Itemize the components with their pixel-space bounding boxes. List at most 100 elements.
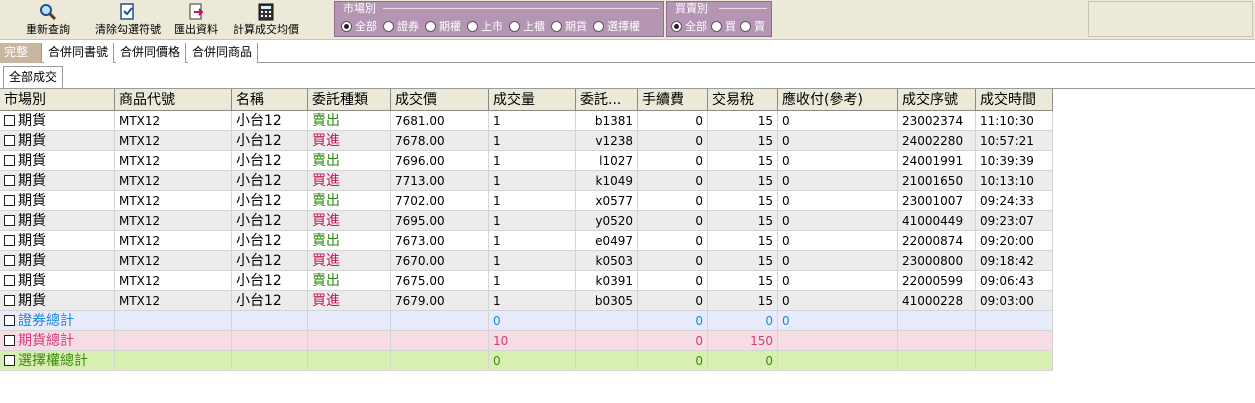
grid-header: 市場別 商品代號 名稱 委託種類 成交價 成交量 委託... 手續費 交易稅 應收付(參考) 成交序…	[0, 89, 1053, 111]
cell-market: 期貨	[0, 251, 115, 271]
cell-order: k0503	[576, 251, 638, 271]
cell-market: 期貨	[0, 211, 115, 231]
row-checkbox[interactable]	[4, 135, 15, 146]
table-row[interactable]: 期貨 MTX12 小台12 賣出 7673.00 1 e0497 0 15 0 22000874 09…	[0, 231, 1053, 251]
cell-name: 小台12	[232, 291, 308, 311]
table-row[interactable]: 期貨 MTX12 小台12 買進 7679.00 1 b0305 0 15 0 41000228 09…	[0, 291, 1053, 311]
table-row[interactable]: 期貨 MTX12 小台12 買進 7695.00 1 y0520 0 15 0 41000449 09…	[0, 211, 1053, 231]
cell-fee: 0	[638, 231, 708, 251]
cell-fee: 0	[638, 151, 708, 171]
table-row[interactable]: 期貨 MTX12 小台12 買進 7713.00 1 k1049 0 15 0 21001650 10…	[0, 171, 1053, 191]
row-checkbox[interactable]	[4, 315, 15, 326]
cell-code: MTX12	[115, 211, 232, 231]
cell-price: 7713.00	[391, 171, 489, 191]
cell-tax: 15	[708, 231, 778, 251]
market-option-listed[interactable]: 上市	[467, 18, 503, 34]
table-row[interactable]: 期貨 MTX12 小台12 買進 7678.00 1 v1238 0 15 0 24002280 10…	[0, 131, 1053, 151]
market-text: 期貨	[18, 293, 46, 309]
column-header-recv[interactable]: 應收付(參考)	[778, 89, 898, 111]
row-checkbox[interactable]	[4, 335, 15, 346]
market-option-futures-options[interactable]: 期權	[425, 18, 461, 34]
cell-time: 09:20:00	[976, 231, 1053, 251]
row-checkbox[interactable]	[4, 195, 15, 206]
summary-row[interactable]: 期貨總計 10 0 150	[0, 331, 1053, 351]
column-header-qty[interactable]: 成交量	[489, 89, 576, 111]
tab-all-trades[interactable]: 全部成交	[3, 66, 64, 88]
cell-market: 選擇權總計	[0, 351, 115, 371]
tab-merge-product[interactable]: 合併同商品	[188, 43, 258, 63]
column-header-tax[interactable]: 交易稅	[708, 89, 778, 111]
row-checkbox[interactable]	[4, 115, 15, 126]
cell-price: 7670.00	[391, 251, 489, 271]
market-option-options[interactable]: 選擇權	[593, 18, 640, 34]
market-text: 期貨	[18, 133, 46, 149]
tab-full[interactable]: 完整	[0, 43, 42, 63]
row-checkbox[interactable]	[4, 355, 15, 366]
column-header-side[interactable]: 委託種類	[308, 89, 391, 111]
market-option-all[interactable]: 全部	[341, 18, 377, 34]
tab-merge-book[interactable]: 合併同書號	[44, 43, 114, 63]
clear-checks-button[interactable]: 清除勾選符號	[90, 3, 166, 37]
row-checkbox[interactable]	[4, 295, 15, 306]
export-label: 匯出資料	[174, 23, 218, 36]
cell-price: 7681.00	[391, 111, 489, 131]
market-option-otc[interactable]: 上櫃	[509, 18, 545, 34]
market-option-securities[interactable]: 證券	[383, 18, 419, 34]
column-header-time[interactable]: 成交時間	[976, 89, 1053, 111]
cell-name: 小台12	[232, 231, 308, 251]
summary-row[interactable]: 證券總計 0 0 0 0	[0, 311, 1053, 331]
column-header-name[interactable]: 名稱	[232, 89, 308, 111]
cell-side: 賣出	[308, 151, 391, 171]
side-group-title: 買賣別	[675, 2, 708, 15]
cell-seq	[898, 311, 976, 331]
cell-time: 10:13:10	[976, 171, 1053, 191]
row-checkbox[interactable]	[4, 155, 15, 166]
cell-code: MTX12	[115, 131, 232, 151]
column-header-market[interactable]: 市場別	[0, 89, 115, 111]
cell-name	[232, 351, 308, 371]
market-text: 期貨	[18, 113, 46, 129]
calc-avg-button[interactable]: 計算成交均價	[228, 3, 304, 37]
row-checkbox[interactable]	[4, 215, 15, 226]
cell-recv: 0	[778, 271, 898, 291]
table-row[interactable]: 期貨 MTX12 小台12 買進 7670.00 1 k0503 0 15 0 23000800 09…	[0, 251, 1053, 271]
cell-market: 期貨	[0, 191, 115, 211]
cell-tax: 15	[708, 171, 778, 191]
cell-order	[576, 311, 638, 331]
cell-code: MTX12	[115, 111, 232, 131]
row-checkbox[interactable]	[4, 275, 15, 286]
side-option-sell[interactable]: 賣	[740, 18, 765, 34]
requery-button[interactable]: 重新查詢	[22, 3, 74, 37]
cell-time	[976, 351, 1053, 371]
column-header-fee[interactable]: 手續費	[638, 89, 708, 111]
column-header-code[interactable]: 商品代號	[115, 89, 232, 111]
cell-fee: 0	[638, 111, 708, 131]
cell-time: 10:39:39	[976, 151, 1053, 171]
cell-seq: 22000599	[898, 271, 976, 291]
row-checkbox[interactable]	[4, 175, 15, 186]
side-option-buy[interactable]: 買	[711, 18, 736, 34]
row-checkbox[interactable]	[4, 235, 15, 246]
cell-name: 小台12	[232, 131, 308, 151]
column-header-price[interactable]: 成交價	[391, 89, 489, 111]
group-divider	[383, 8, 659, 9]
table-row[interactable]: 期貨 MTX12 小台12 賣出 7696.00 1 l1027 0 15 0 24001991 10…	[0, 151, 1053, 171]
table-row[interactable]: 期貨 MTX12 小台12 賣出 7702.00 1 x0577 0 15 0 23001007 09…	[0, 191, 1053, 211]
cell-seq: 41000449	[898, 211, 976, 231]
cell-code	[115, 311, 232, 331]
cell-name: 小台12	[232, 271, 308, 291]
cell-side: 買進	[308, 251, 391, 271]
summary-row[interactable]: 選擇權總計 0 0 0	[0, 351, 1053, 371]
cell-price	[391, 311, 489, 331]
tab-merge-price[interactable]: 合併同價格	[116, 43, 186, 63]
column-header-seq[interactable]: 成交序號	[898, 89, 976, 111]
cell-tax: 15	[708, 111, 778, 131]
market-option-futures[interactable]: 期貨	[551, 18, 587, 34]
clear-check-icon	[120, 3, 134, 20]
export-button[interactable]: 匯出資料	[170, 3, 222, 37]
table-row[interactable]: 期貨 MTX12 小台12 賣出 7681.00 1 b1381 0 15 0 23002374 11…	[0, 111, 1053, 131]
side-option-all[interactable]: 全部	[671, 18, 707, 34]
table-row[interactable]: 期貨 MTX12 小台12 賣出 7675.00 1 k0391 0 15 0 22000599 09…	[0, 271, 1053, 291]
row-checkbox[interactable]	[4, 255, 15, 266]
column-header-order[interactable]: 委託...	[576, 89, 638, 111]
